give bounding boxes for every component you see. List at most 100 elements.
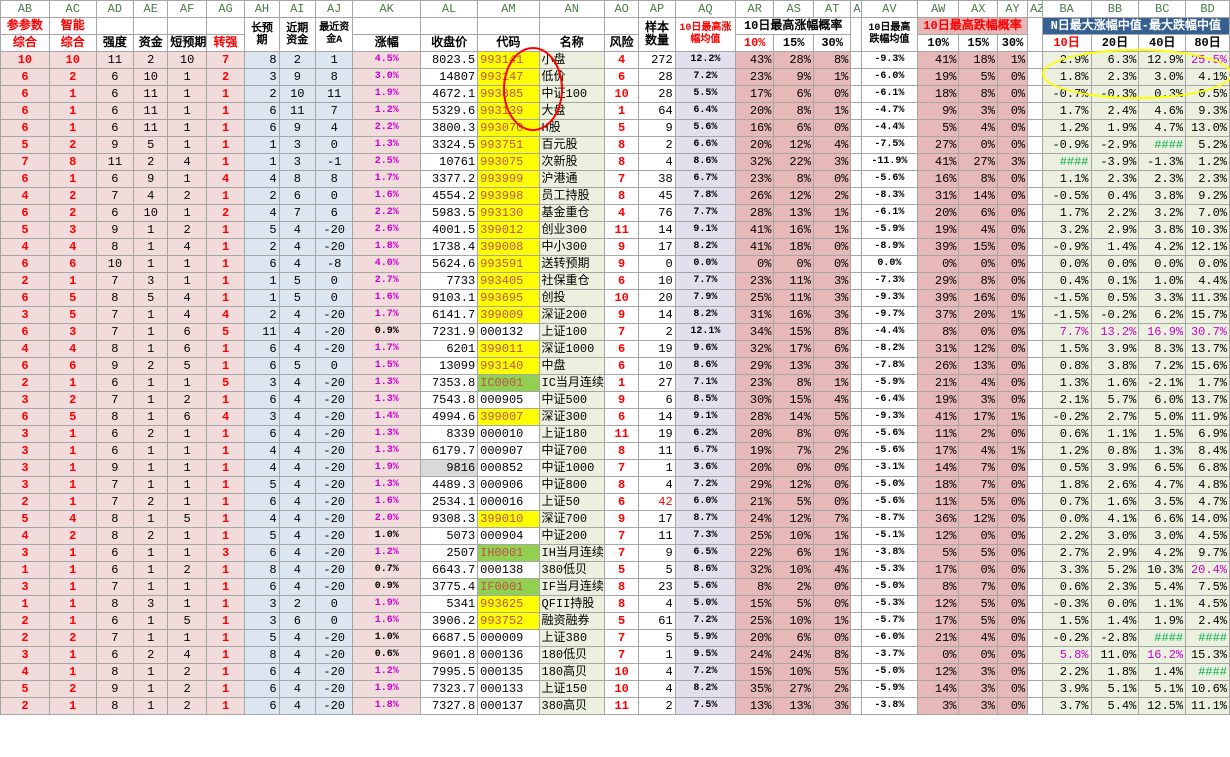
cell-an[interactable]: 创投 [538, 289, 605, 307]
cell-ad[interactable]: 8 [95, 663, 135, 681]
cell-aq[interactable]: 7.3% [674, 527, 736, 545]
header-al-top[interactable] [419, 17, 479, 35]
cell-ay[interactable]: 0% [996, 289, 1029, 307]
cell-ba[interactable]: 1.7% [1041, 102, 1092, 120]
cell-al[interactable]: 5329.6 [419, 102, 479, 120]
cell-bc[interactable]: 0.3% [1138, 85, 1187, 103]
cell-bb[interactable]: 1.4% [1090, 238, 1140, 256]
cell-bc[interactable]: 3.8% [1138, 221, 1187, 239]
cell-ba[interactable]: 0.6% [1041, 425, 1092, 443]
cell-aj[interactable]: -20 [314, 561, 354, 579]
cell-ax[interactable]: 12% [958, 340, 998, 358]
cell-ag[interactable]: 1 [205, 629, 246, 647]
cell-an[interactable]: H股 [538, 119, 605, 137]
cell-as[interactable]: 8% [773, 102, 814, 120]
cell-af[interactable]: 1 [167, 595, 207, 613]
cell-aq[interactable]: 8.2% [674, 680, 736, 698]
cell-aq[interactable]: 6.6% [674, 136, 736, 154]
cell-bb[interactable]: 2.4% [1090, 102, 1140, 120]
cell-af[interactable]: 5 [167, 612, 207, 630]
cell-af[interactable]: 6 [167, 323, 207, 341]
cell-ax[interactable]: 7% [958, 578, 998, 596]
cell-ak[interactable]: 1.3% [352, 391, 421, 409]
cell-ae[interactable]: 2 [133, 425, 169, 443]
cell-bd[interactable]: 30.7% [1185, 323, 1230, 341]
cell-bd[interactable]: 6.9% [1185, 425, 1230, 443]
cell-aj[interactable]: 6 [314, 204, 354, 222]
cell-an[interactable]: 中证200 [538, 527, 605, 545]
cell-ac[interactable]: 2 [48, 68, 97, 86]
cell-ap[interactable]: 1 [638, 646, 676, 664]
cell-al[interactable]: 9601.8 [419, 646, 479, 664]
cell-ae[interactable]: 1 [133, 391, 169, 409]
cell-bb[interactable]: 0.0% [1090, 595, 1140, 613]
cell-ah[interactable]: 6 [244, 391, 280, 409]
cell-ab[interactable]: 3 [0, 646, 50, 664]
header-aw[interactable]: 10% [916, 34, 960, 52]
cell-aw[interactable]: 5% [916, 119, 960, 137]
cell-bd[interactable]: 25.5% [1185, 51, 1230, 69]
cell-ap[interactable]: 19 [638, 340, 676, 358]
cell-as[interactable]: 22% [773, 153, 814, 171]
cell-ad[interactable]: 6 [95, 442, 135, 460]
cell-av[interactable]: -4.4% [860, 323, 918, 341]
cell-ac[interactable]: 6 [48, 357, 97, 375]
cell-ac[interactable]: 1 [48, 561, 97, 579]
cell-as[interactable]: 6% [773, 85, 814, 103]
cell-ab[interactable]: 3 [0, 459, 50, 477]
cell-ap[interactable]: 4 [638, 476, 676, 494]
cell-aw[interactable]: 12% [916, 595, 960, 613]
cell-aq[interactable]: 3.6% [674, 459, 736, 477]
cell-ax[interactable]: 15% [958, 238, 998, 256]
cell-bc[interactable]: 3.0% [1138, 527, 1187, 545]
cell-ak[interactable]: 1.6% [352, 612, 421, 630]
cell-ap[interactable]: 9 [638, 544, 676, 562]
cell-af[interactable]: 1 [167, 170, 207, 188]
cell-bc[interactable]: 6.2% [1138, 306, 1187, 324]
cell-bb[interactable]: 13.2% [1090, 323, 1140, 341]
cell-ah[interactable]: 3 [244, 68, 280, 86]
cell-bc[interactable]: 3.0% [1138, 68, 1187, 86]
cell-ar[interactable]: 25% [734, 612, 775, 630]
cell-ab[interactable]: 3 [0, 391, 50, 409]
cell-ag[interactable]: 1 [205, 85, 246, 103]
cell-bc[interactable]: 1.0% [1138, 272, 1187, 290]
cell-bd[interactable]: 5.2% [1185, 136, 1230, 154]
column-letter[interactable]: AR [734, 0, 775, 18]
cell-at[interactable]: 0% [812, 119, 852, 137]
cell-ae[interactable]: 3 [133, 595, 169, 613]
cell-ac[interactable]: 1 [48, 646, 97, 664]
header-ax[interactable]: 15% [958, 34, 998, 52]
cell-al[interactable]: 6643.7 [419, 561, 479, 579]
cell-at[interactable]: 4% [812, 391, 852, 409]
cell-at[interactable]: 6% [812, 340, 852, 358]
cell-ah[interactable]: 1 [244, 289, 280, 307]
cell-am[interactable]: 993139 [477, 102, 540, 120]
cell-al[interactable]: 5624.6 [419, 255, 479, 273]
column-letter[interactable]: AJ [314, 0, 354, 18]
cell-bb[interactable]: 2.9% [1090, 221, 1140, 239]
cell-as[interactable]: 2% [773, 578, 814, 596]
cell-ar[interactable]: 32% [734, 340, 775, 358]
cell-ah[interactable]: 6 [244, 102, 280, 120]
cell-bc[interactable]: 12.9% [1138, 51, 1187, 69]
cell-aq[interactable]: 6.5% [674, 544, 736, 562]
cell-ba[interactable]: 1.8% [1041, 68, 1092, 86]
cell-ac[interactable]: 1 [48, 476, 97, 494]
cell-ak[interactable]: 2.6% [352, 221, 421, 239]
cell-ax[interactable]: 2% [958, 425, 998, 443]
cell-aj[interactable]: 0 [314, 595, 354, 613]
cell-as[interactable]: 11% [773, 272, 814, 290]
cell-aq[interactable]: 6.7% [674, 442, 736, 460]
cell-ap[interactable]: 4 [638, 595, 676, 613]
column-letter[interactable]: AY [996, 0, 1029, 18]
cell-al[interactable]: 10761 [419, 153, 479, 171]
cell-ad[interactable]: 6 [95, 102, 135, 120]
cell-ae[interactable]: 1 [133, 578, 169, 596]
cell-ag[interactable]: 1 [205, 646, 246, 664]
cell-ae[interactable]: 1 [133, 306, 169, 324]
cell-ar[interactable]: 8% [734, 578, 775, 596]
cell-av[interactable]: -6.1% [860, 85, 918, 103]
cell-av[interactable]: -6.0% [860, 68, 918, 86]
cell-al[interactable]: 8023.5 [419, 51, 479, 69]
